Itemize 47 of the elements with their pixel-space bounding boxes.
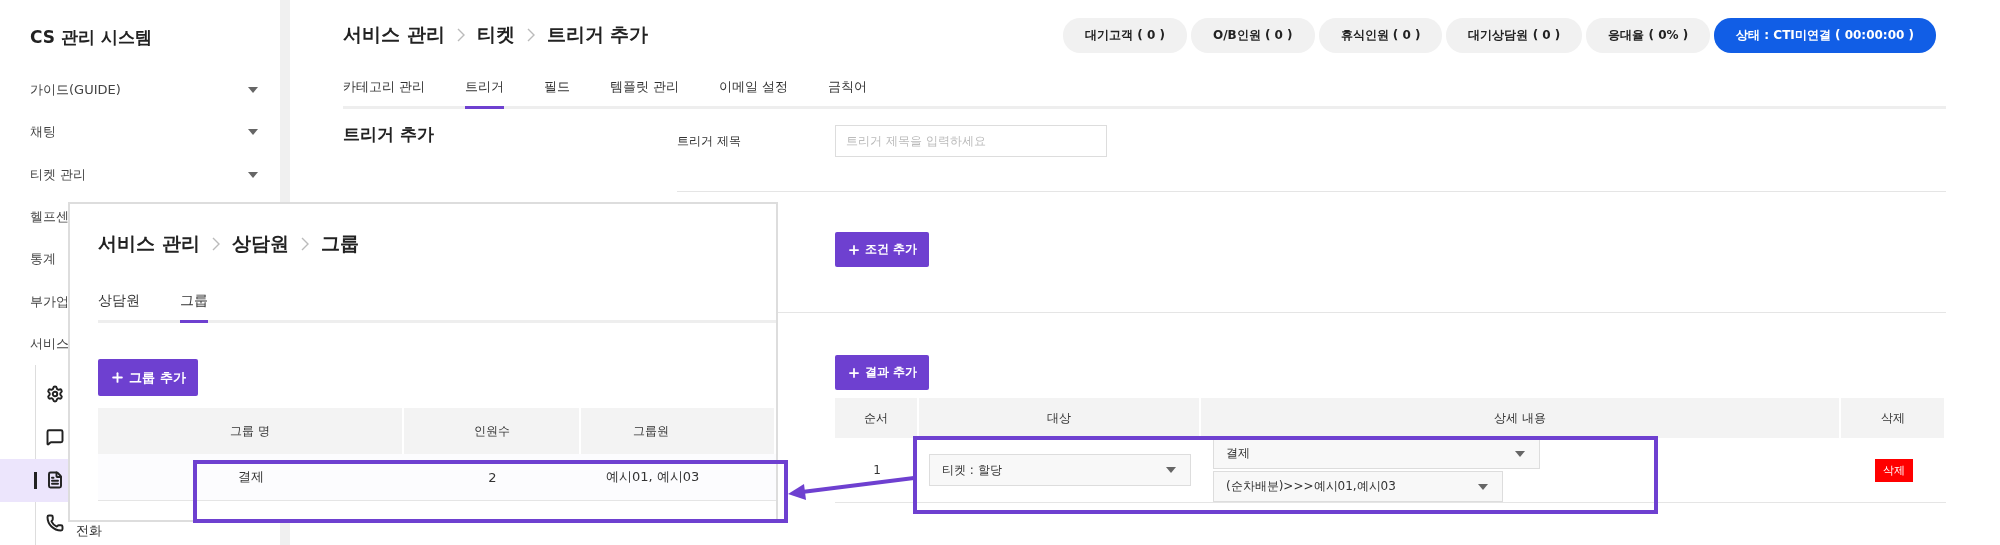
table-cell: 1 <box>835 438 919 503</box>
title-field[interactable]: 트리거 제목을 입력하세요 <box>835 125 1107 157</box>
menu-item[interactable]: 티켓 관리 <box>30 165 87 184</box>
column-header: 대상 <box>919 398 1201 438</box>
menu-item[interactable]: 통계 <box>30 250 56 269</box>
tab[interactable]: 트리거 <box>465 70 505 109</box>
column-header: 상세 내용 <box>1201 398 1841 438</box>
column-header: 그룹 명 <box>98 408 404 454</box>
tab[interactable]: 이메일 설정 <box>719 70 789 109</box>
column-header: 삭제 <box>1841 398 1946 438</box>
count-pill: 대기고객 ( 0 ) <box>1063 17 1187 53</box>
count-pill: O/B인원 ( 0 ) <box>1191 17 1315 53</box>
column-header: 순서 <box>835 398 919 438</box>
add-result-button[interactable]: 결과 추가 <box>835 355 930 390</box>
submenu-label[interactable]: 전화 <box>76 522 102 541</box>
page-title: 트리거 추가 <box>343 123 434 146</box>
count-pill: 대기상담원 ( 0 ) <box>1446 17 1583 53</box>
tab[interactable]: 템플릿 관리 <box>610 70 680 109</box>
menu-item[interactable]: 헬프센 <box>30 208 69 226</box>
column-header: 그룹원 <box>581 408 776 454</box>
app-title: CS 관리 시스템 <box>29 26 152 49</box>
breadcrumb-item: 그룹 <box>320 231 359 256</box>
tab[interactable]: 필드 <box>544 70 571 109</box>
detail-select[interactable]: (순차배분)>>>예시01,예시03 <box>1213 471 1503 502</box>
menu-item[interactable]: 가이드(GUIDE) <box>30 81 121 100</box>
menu-item[interactable]: 채팅 <box>30 123 56 142</box>
target-select[interactable]: 티켓 : 할당 <box>929 454 1191 486</box>
breadcrumb-item[interactable]: 상담원 <box>231 231 289 257</box>
breadcrumb-item: 트리거 추가 <box>546 22 649 47</box>
tab[interactable]: 그룹 <box>180 284 208 323</box>
count-pill: 휴식인원 ( 0 ) <box>1318 17 1443 53</box>
delete-button[interactable]: 삭제 <box>1874 458 1913 482</box>
breadcrumb-item[interactable]: 서비스 관리 <box>98 231 200 257</box>
breadcrumb-item[interactable]: 서비스 관리 <box>343 22 445 48</box>
breadcrumb-item[interactable]: 티켓 <box>476 22 515 48</box>
add-condition-button[interactable]: 조건 추가 <box>835 232 930 267</box>
status-pill: 상태 : CTI미연결 ( 00:00:00 ) <box>1714 17 1936 53</box>
column-header: 인원수 <box>404 408 581 454</box>
menu-item[interactable]: 서비스 <box>30 334 69 353</box>
tab[interactable]: 카테고리 관리 <box>343 70 426 109</box>
menu-item[interactable]: 부가업 <box>30 292 69 311</box>
tab[interactable]: 금칙어 <box>828 70 868 109</box>
add-group-button[interactable]: 그룹 추가 <box>98 359 198 396</box>
field-label: 트리거 제목 <box>677 132 742 150</box>
detail-select[interactable]: 결제 <box>1213 438 1540 469</box>
count-pill: 응대율 ( 0% ) <box>1586 17 1711 53</box>
tab[interactable]: 상담원 <box>98 284 140 323</box>
